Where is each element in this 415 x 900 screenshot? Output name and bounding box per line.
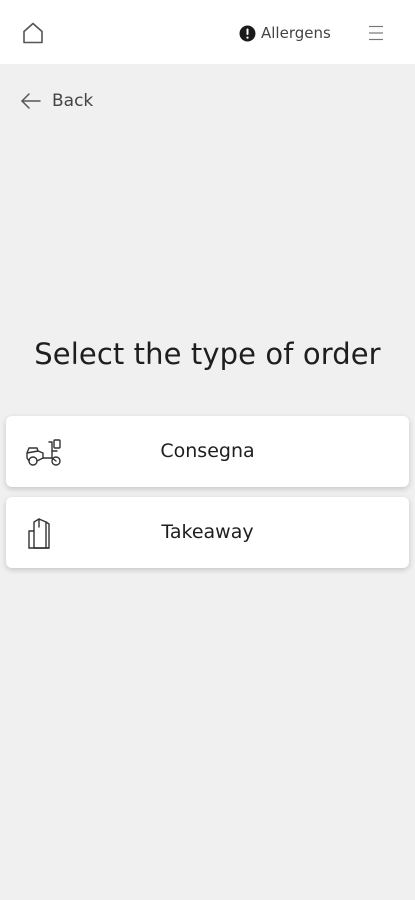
allergens-label: Allergens: [261, 24, 331, 42]
order-type-takeaway-button[interactable]: Takeaway: [6, 497, 409, 568]
top-bar: Allergens: [0, 0, 415, 64]
order-type-delivery-button[interactable]: Consegna: [6, 416, 409, 487]
alert-circle-icon: [239, 25, 256, 41]
back-label: Back: [52, 91, 94, 111]
page-title: Select the type of order: [34, 337, 381, 371]
arrow-left-icon: [21, 93, 41, 109]
menu-button[interactable]: [366, 22, 386, 44]
home-button[interactable]: [20, 20, 46, 46]
hamburger-menu-icon: [369, 25, 383, 41]
home-icon: [23, 22, 43, 44]
back-button[interactable]: Back: [20, 90, 93, 112]
order-type-takeaway-label: Takeaway: [161, 521, 254, 543]
allergens-link[interactable]: Allergens: [239, 22, 331, 44]
order-type-delivery-label: Consegna: [160, 440, 255, 462]
